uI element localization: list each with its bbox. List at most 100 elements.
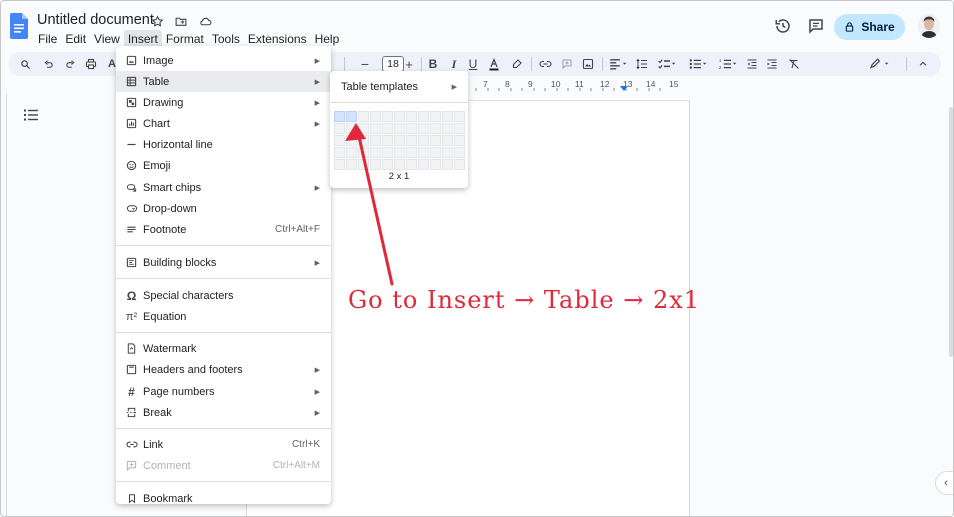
table-grid-cell[interactable] [406,123,417,134]
menu-item-image[interactable]: Image ▶ [116,50,331,71]
highlight-color-icon[interactable] [511,52,523,76]
table-grid-cell[interactable] [394,159,405,170]
redo-icon[interactable] [63,52,77,76]
table-grid-cell[interactable] [406,135,417,146]
align-left-icon[interactable] [607,52,629,76]
star-icon[interactable] [149,13,165,29]
table-grid-cell[interactable] [394,123,405,134]
table-grid-cell[interactable] [370,159,381,170]
numbered-list-icon[interactable]: 12 [717,52,739,76]
table-grid-cell[interactable] [358,159,369,170]
search-menus-icon[interactable] [18,52,32,76]
table-grid-cell[interactable] [370,111,381,122]
font-size-input[interactable]: 18 [382,56,404,72]
table-grid-cell[interactable] [406,159,417,170]
table-grid-cell[interactable] [454,159,465,170]
table-grid-cell[interactable] [370,135,381,146]
document-outline-icon[interactable] [24,109,38,121]
table-grid-cell[interactable] [454,147,465,158]
table-grid-cell[interactable] [334,135,345,146]
menu-item-chart[interactable]: Chart ▶ [116,113,331,134]
insert-link-icon[interactable] [538,52,552,76]
table-grid-cell[interactable] [334,147,345,158]
table-grid-cell[interactable] [394,147,405,158]
table-grid-cell[interactable] [394,135,405,146]
table-grid-cell[interactable] [442,147,453,158]
text-color-icon[interactable] [488,52,500,76]
table-grid-cell[interactable] [430,111,441,122]
menu-item-headers-footers[interactable]: Headers and footers ▶ [116,359,331,380]
table-grid-cell[interactable] [382,147,393,158]
version-history-icon[interactable] [774,17,792,35]
table-grid-cell[interactable] [442,123,453,134]
table-grid-cell[interactable] [418,159,429,170]
table-grid-cell[interactable] [418,123,429,134]
menu-item-page-numbers[interactable]: # Page numbers ▶ [116,381,331,402]
table-grid-cell[interactable] [454,123,465,134]
comments-icon[interactable] [807,17,825,35]
horizontal-ruler[interactable]: 7 8 9 10 11 12 13 14 15 [471,79,691,93]
menu-item-building-blocks[interactable]: Building blocks ▶ [116,252,331,273]
table-grid-cell[interactable] [442,159,453,170]
table-grid-cell[interactable] [346,159,357,170]
table-grid-cell[interactable] [370,147,381,158]
table-grid-cell[interactable] [370,123,381,134]
table-grid-cell[interactable] [454,135,465,146]
table-grid-cell[interactable] [358,123,369,134]
table-grid-cell[interactable] [346,147,357,158]
table-grid-cell[interactable] [382,123,393,134]
document-title[interactable]: Untitled document [37,12,154,28]
menu-item-special-characters[interactable]: Ω Special characters [116,285,331,306]
table-grid-cell[interactable] [358,147,369,158]
side-panel-toggle[interactable]: ‹ [935,471,953,495]
bulleted-list-icon[interactable] [687,52,709,76]
table-grid-cell[interactable] [418,111,429,122]
move-folder-icon[interactable] [173,13,189,29]
table-grid-cell[interactable] [418,135,429,146]
increase-indent-icon[interactable] [765,52,779,76]
menu-item-emoji[interactable]: Emoji [116,155,331,176]
table-grid-cell[interactable] [406,147,417,158]
table-grid-cell[interactable] [382,111,393,122]
share-button[interactable]: Share [834,14,905,40]
table-grid-cell[interactable] [442,111,453,122]
table-grid-cell[interactable] [394,111,405,122]
table-grid-cell[interactable] [418,147,429,158]
menu-item-equation[interactable]: π² Equation [116,306,331,327]
underline-icon[interactable]: U [467,52,479,76]
table-grid-cell[interactable] [346,123,357,134]
menu-item-drawing[interactable]: Drawing ▶ [116,92,331,113]
table-grid-cell[interactable] [454,111,465,122]
print-icon[interactable] [84,52,98,76]
menu-file[interactable]: File [34,30,61,48]
decrease-indent-icon[interactable] [745,52,759,76]
table-grid-cell[interactable] [346,135,357,146]
menu-item-table[interactable]: Table ▶ [116,71,331,92]
table-grid-cell[interactable] [430,159,441,170]
table-grid-cell[interactable] [430,123,441,134]
table-grid-cell[interactable] [358,111,369,122]
avatar[interactable] [918,14,940,38]
menu-item-smart-chips[interactable]: Smart chips ▶ [116,177,331,198]
undo-icon[interactable] [41,52,55,76]
vertical-scrollbar[interactable] [949,107,953,357]
menu-item-drop-down[interactable]: Drop-down [116,198,331,219]
collapse-toolbar-icon[interactable] [916,52,930,76]
checklist-icon[interactable] [656,52,678,76]
menu-item-table-templates[interactable]: Table templates ▶ [330,76,468,98]
table-grid-cell[interactable] [442,135,453,146]
menu-item-link[interactable]: Link Ctrl+K [116,434,331,455]
menu-edit[interactable]: Edit [61,30,90,48]
table-size-grid[interactable] [334,111,465,170]
table-grid-cell[interactable] [346,111,357,122]
menu-item-footnote[interactable]: Footnote Ctrl+Alt+F [116,219,331,240]
menu-item-horizontal-line[interactable]: Horizontal line [116,134,331,155]
table-grid-cell[interactable] [334,111,345,122]
add-comment-icon[interactable] [560,52,574,76]
clear-formatting-icon[interactable] [787,52,801,76]
table-grid-cell[interactable] [334,159,345,170]
insert-image-icon[interactable] [581,52,595,76]
menu-item-break[interactable]: Break ▶ [116,402,331,423]
table-grid-cell[interactable] [382,159,393,170]
vertical-ruler[interactable] [1,93,7,516]
